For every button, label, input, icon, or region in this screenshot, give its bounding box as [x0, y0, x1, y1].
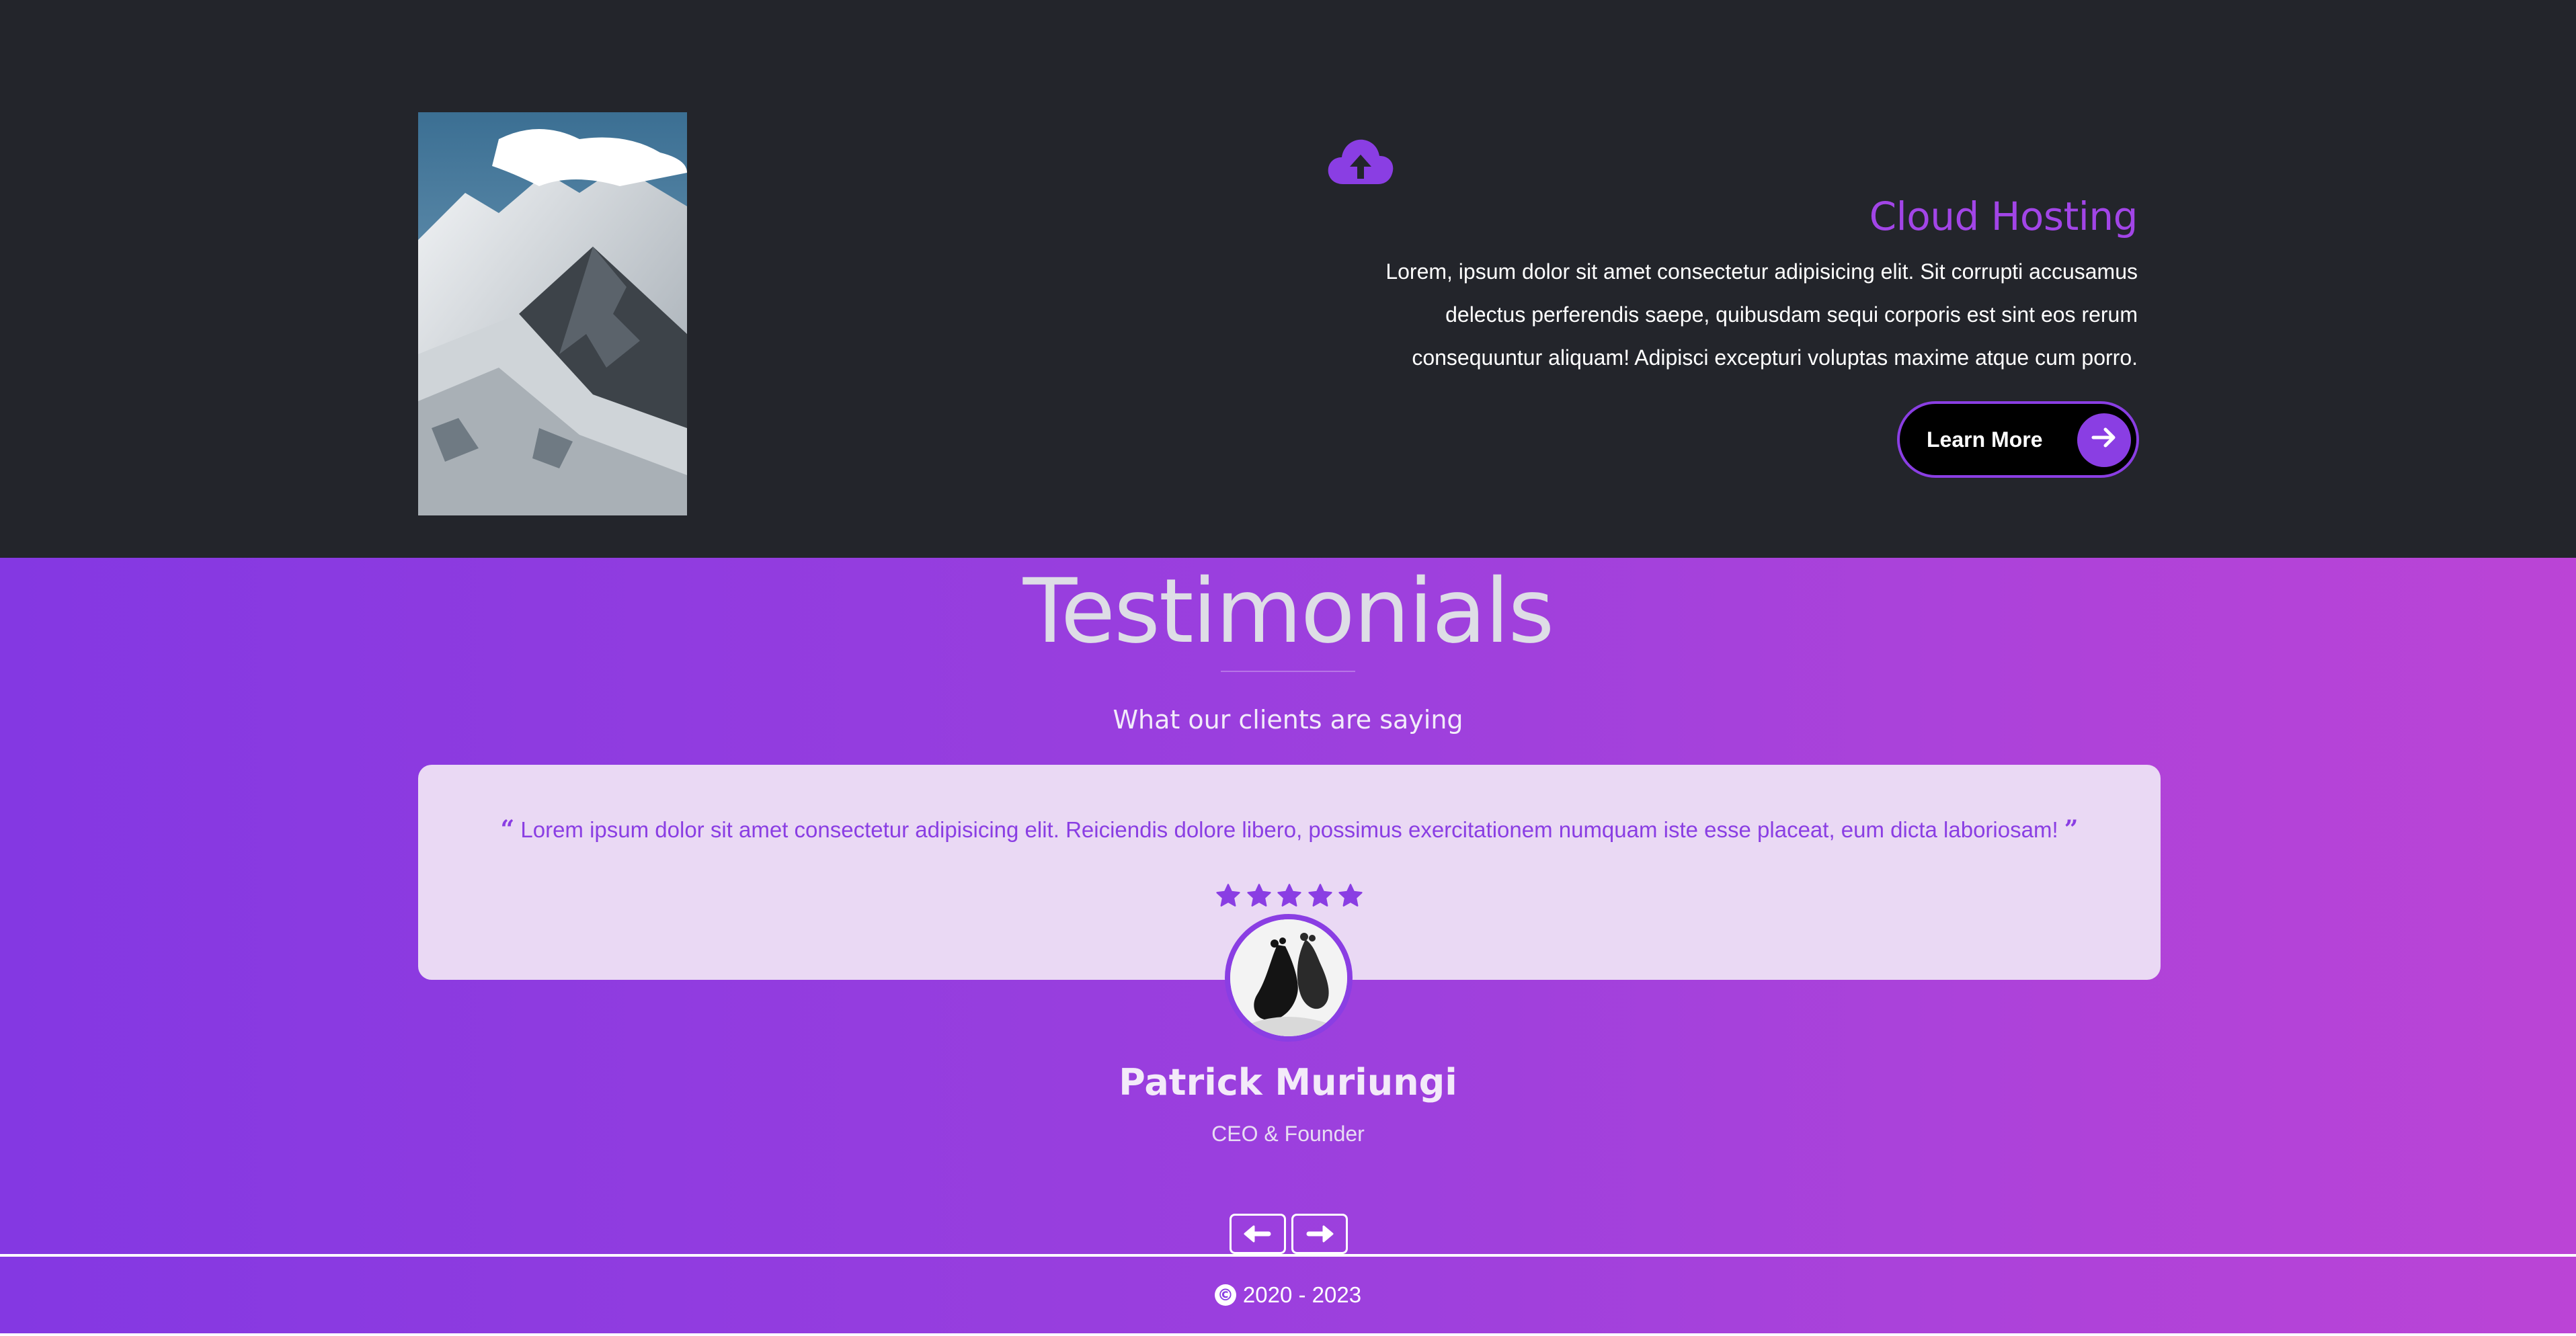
feature-description-line: delectus perferendis saepe, quibusdam se… [1445, 302, 2138, 327]
avatar [1225, 914, 1353, 1042]
star-icon [1246, 884, 1271, 907]
arrow-right-icon [2077, 413, 2131, 467]
learn-more-label: Learn More [1927, 427, 2043, 452]
arrow-right-icon [1306, 1225, 1334, 1243]
section-title: Testimonials [1022, 560, 1555, 663]
testimonial-quote: “ Lorem ipsum dolor sit amet consectetur… [418, 812, 2161, 847]
star-icon [1307, 884, 1332, 907]
mountain-image [418, 112, 687, 515]
star-icon [1277, 884, 1301, 907]
testimonials-section: Testimonials What our clients are saying… [0, 558, 2576, 1257]
quote-close-icon: ” [2064, 815, 2079, 843]
feature-section: Cloud Hosting Lorem, ipsum dolor sit ame… [0, 0, 2576, 558]
footer: © 2020 - 2023 [0, 1254, 2576, 1333]
testimonial-author-name: Patrick Muriungi [1119, 1061, 1457, 1103]
previous-testimonial-button[interactable] [1230, 1214, 1286, 1254]
title-divider [1221, 671, 1355, 672]
cloud-upload-icon [1327, 134, 1394, 185]
next-testimonial-button[interactable] [1291, 1214, 1348, 1254]
testimonial-author-role: CEO & Founder [1211, 1122, 1365, 1146]
testimonial-quote-text: Lorem ipsum dolor sit amet consectetur a… [520, 817, 2058, 842]
learn-more-button[interactable]: Learn More [1897, 401, 2139, 478]
section-subtitle: What our clients are saying [1113, 705, 1463, 735]
copyright-icon: © [1214, 1284, 1236, 1306]
feature-description-line: consequuntur aliquam! Adipisci excepturi… [1412, 345, 2138, 370]
star-icon [1216, 884, 1240, 907]
quote-open-icon: “ [500, 815, 515, 843]
arrow-left-icon [1244, 1225, 1271, 1243]
feature-description-line: Lorem, ipsum dolor sit amet consectetur … [1385, 259, 2138, 284]
feature-title: Cloud Hosting [1869, 194, 2138, 239]
feature-description: Lorem, ipsum dolor sit amet consectetur … [1331, 250, 2138, 379]
star-rating [1215, 883, 1363, 913]
star-icon [1338, 884, 1363, 907]
copyright-text: 2020 - 2023 [1242, 1282, 1362, 1307]
